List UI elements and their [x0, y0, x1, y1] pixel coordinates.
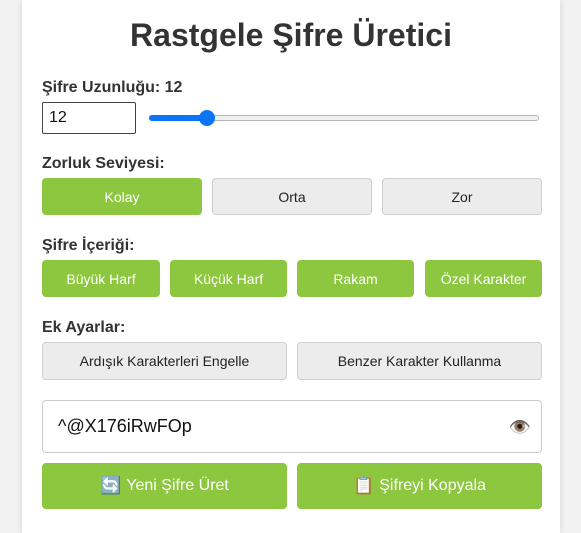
difficulty-hard-button[interactable]: Zor — [382, 178, 542, 215]
copy-label: Şifreyi Kopyala — [379, 477, 486, 494]
digits-button[interactable]: Rakam — [297, 260, 414, 297]
special-chars-button[interactable]: Özel Karakter — [425, 260, 542, 297]
length-label: Şifre Uzunluğu: 12 — [42, 79, 183, 96]
difficulty-medium-button[interactable]: Orta — [212, 178, 372, 215]
password-text: ^@X176iRwFOp — [58, 416, 192, 436]
lowercase-button[interactable]: Küçük Harf — [170, 260, 287, 297]
block-sequential-button[interactable]: Ardışık Karakterleri Engelle — [42, 342, 287, 380]
slider-thumb[interactable] — [199, 110, 215, 126]
clipboard-icon: 📋 — [353, 476, 375, 495]
extra-label: Ek Ayarlar: — [42, 319, 126, 336]
copy-button[interactable]: 📋 Şifreyi Kopyala — [297, 463, 542, 509]
length-slider[interactable] — [149, 110, 539, 126]
generate-label: Yeni Şifre Üret — [126, 477, 229, 494]
page-title: Rastgele Şifre Üretici — [130, 17, 452, 53]
difficulty-easy-button[interactable]: Kolay — [42, 178, 202, 215]
length-input[interactable] — [42, 102, 136, 134]
generate-button[interactable]: 🔄 Yeni Şifre Üret — [42, 463, 287, 509]
uppercase-button[interactable]: Büyük Harf — [42, 260, 160, 297]
generator-card: Rastgele Şifre Üretici Şifre Uzunluğu: 1… — [22, 0, 560, 533]
refresh-icon: 🔄 — [100, 476, 122, 495]
content-label: Şifre İçeriği: — [42, 237, 135, 254]
password-output[interactable]: ^@X176iRwFOp 👁️ — [42, 400, 542, 453]
difficulty-label: Zorluk Seviyesi: — [42, 155, 165, 172]
eye-icon[interactable]: 👁️ — [509, 416, 531, 438]
no-similar-chars-button[interactable]: Benzer Karakter Kullanma — [297, 342, 542, 380]
